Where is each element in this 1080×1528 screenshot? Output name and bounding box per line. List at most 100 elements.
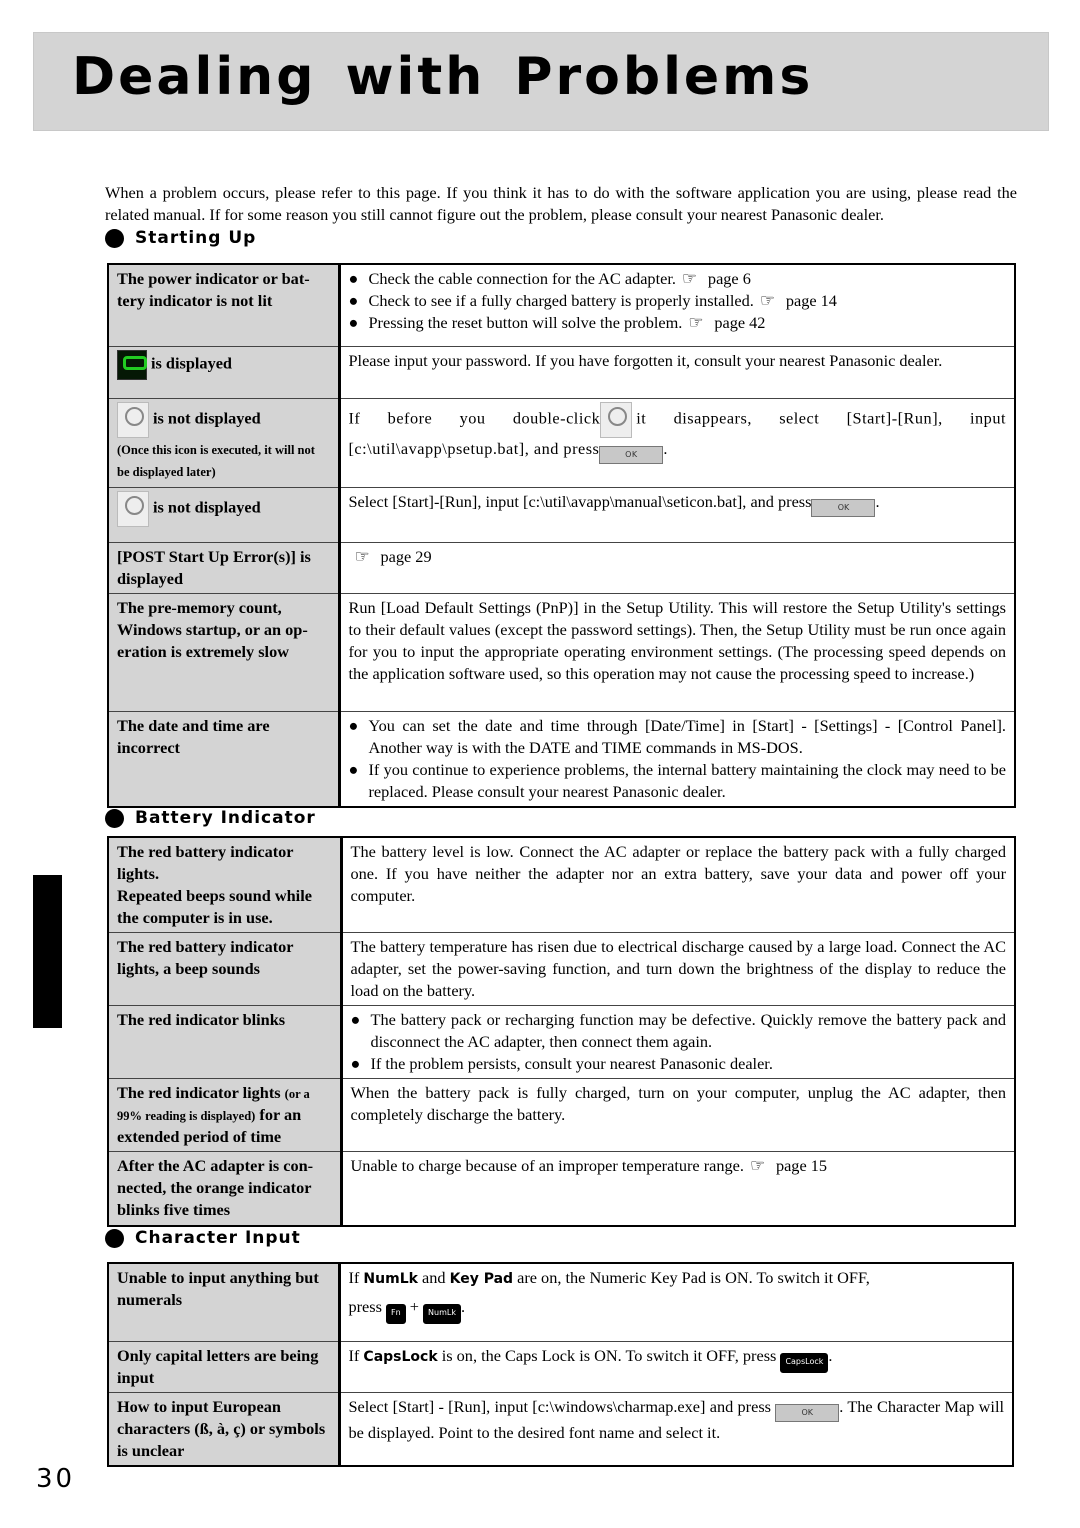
text-segment: Select [Start] - [Run], input [c:\window…: [348, 1396, 776, 1416]
text-segment: The red indicator lights: [117, 1083, 285, 1102]
table-row: Unable to input anything but numerals If …: [107, 1262, 1014, 1342]
table-row: After the AC adapter is con-nected, the …: [107, 1151, 1016, 1226]
problem-text: The red battery indicator lights.: [117, 841, 332, 885]
section-heading-text: Battery Indicator: [135, 808, 316, 828]
problem-text: [POST Start Up Error(s)] is displayed: [117, 546, 330, 590]
solution-cell: When the battery pack is fully charged, …: [340, 1078, 1016, 1152]
problem-text: After the AC adapter is con-nected, the …: [117, 1155, 332, 1221]
password-key-icon: [117, 349, 147, 380]
bullet-text: Check the cable connection for the AC ad…: [369, 268, 751, 290]
text-segment: Check the cable connection for the AC ad…: [368, 269, 676, 288]
table-row: is displayed Please input your password. …: [107, 345, 1016, 399]
problem-text: Repeated beeps sound while the computer …: [117, 885, 332, 929]
text-segment: Run [Load Default Settings (PnP)] in the…: [348, 597, 1007, 683]
problem-cell: How to input European characters (ß, à, …: [107, 1391, 341, 1466]
problem-text: is displayed: [117, 349, 330, 380]
table-row: [POST Start Up Error(s)] is displayed pag…: [107, 541, 1016, 594]
text-segment: .: [460, 1297, 466, 1316]
text-segment: If: [348, 1268, 364, 1287]
bullet-icon: ●: [350, 1010, 361, 1029]
problem-cell: The red battery indicator lights. Repeate…: [107, 836, 343, 933]
bullet-item: ● Check the cable connection for the AC a…: [349, 268, 1007, 290]
troubleshooting-table: Unable to input anything but numerals If …: [107, 1262, 1014, 1467]
solution-text: The battery temperature has risen due to…: [351, 936, 1007, 1002]
table-row: The red indicator lights (or a 99% readi…: [107, 1078, 1016, 1152]
problem-cell: The red indicator blinks: [107, 1005, 343, 1079]
solution-cell: Please input your password. If you have …: [338, 345, 1016, 399]
text-segment: press: [348, 1297, 387, 1316]
bullet-icon: ●: [348, 715, 359, 735]
problem-text: The red indicator blinks: [117, 1009, 332, 1031]
solution-cell: ● You can set the date and time through […: [338, 710, 1016, 807]
solution-text: Run [Load Default Settings (PnP)] in the…: [349, 597, 1007, 685]
bullet-text: The battery pack or recharging function …: [371, 1009, 1007, 1053]
problem-text: The power indicator or bat-tery indicato…: [117, 268, 330, 312]
bullet-icon: ●: [348, 313, 359, 332]
text-segment: (Once this icon is executed, it will not…: [117, 442, 315, 479]
key-fn-icon: Fn: [386, 1304, 406, 1324]
solution-cell: ● Check the cable connection for the AC a…: [338, 263, 1016, 347]
table-row: The red indicator blinks ● The battery pac…: [107, 1005, 1016, 1079]
text-segment: page 29: [380, 546, 432, 566]
problem-cell: The red indicator lights (or a 99% readi…: [107, 1078, 343, 1152]
bullet-text: If you continue to experience problems, …: [369, 759, 1007, 803]
solution-text: If CapsLock is on, the Caps Lock is ON. …: [349, 1345, 1005, 1373]
solution-cell: If CapsLock is on, the Caps Lock is ON. …: [338, 1340, 1014, 1393]
text-segment: .: [875, 491, 880, 511]
problem-text: is not displayed: [117, 490, 330, 527]
bullet-icon: [105, 228, 124, 248]
problem-cell: Only capital letters are being input: [107, 1340, 341, 1393]
text-segment: Pressing the reset button will solve the…: [368, 313, 683, 332]
table-row: Only capital letters are being input If C…: [107, 1340, 1014, 1393]
text-segment: is on, the Caps Lock is ON. To switch it…: [437, 1345, 781, 1365]
key-numlk-icon: NumLk: [423, 1304, 461, 1324]
text-segment: is not displayed: [153, 497, 261, 517]
solution-cell: If before you double-click it disappears,…: [338, 397, 1016, 488]
bullet-icon: ●: [348, 269, 359, 288]
problem-text: The red indicator lights (or a 99% readi…: [117, 1082, 332, 1148]
section-heading-text: Starting Up: [135, 228, 257, 248]
solution-text: Select [Start] - [Run], input [c:\window…: [349, 1396, 1005, 1444]
ok-button-image: OK: [811, 498, 876, 517]
text-segment: If the problem persists, consult your ne…: [370, 1054, 773, 1073]
solution-cell: ● The battery pack or recharging function…: [340, 1005, 1016, 1079]
solution-text: The battery level is low. Connect the AC…: [351, 841, 1007, 907]
problem-cell: The date and time are incorrect: [107, 710, 341, 807]
solution-cell: Select [Start] - [Run], input [c:\window…: [338, 1391, 1014, 1466]
table-row: How to input European characters (ß, à, …: [107, 1391, 1014, 1466]
solution-text: Select [Start]-[Run], input [c:\util\ava…: [349, 491, 1007, 517]
text-segment: After the AC adapter is con-nected, the …: [117, 1156, 314, 1219]
text-segment: Please input your password. If you have …: [348, 350, 943, 370]
solution-cell: The battery temperature has risen due to…: [340, 932, 1016, 1006]
text-segment: The battery temperature has risen due to…: [350, 937, 1007, 1000]
text-segment: .: [828, 1345, 833, 1365]
problem-cell: [POST Start Up Error(s)] is displayed: [107, 541, 341, 594]
text-segment: [POST Start Up Error(s)] is displayed: [117, 546, 311, 588]
text-segment: The battery level is low. Connect the AC…: [350, 842, 1007, 905]
text-segment: If before you double-click: [348, 408, 601, 428]
bullet-icon: ●: [348, 291, 359, 310]
table-row: The red battery indicator lights, a beep…: [107, 932, 1016, 1006]
solution-text: When the battery pack is fully charged, …: [351, 1082, 1007, 1126]
text-segment: is not displayed: [153, 408, 261, 428]
problem-text: The red battery indicator lights, a beep…: [117, 936, 332, 980]
text-segment: CapsLock: [363, 1348, 438, 1365]
section-heading: Character Input: [105, 1228, 301, 1248]
ok-button-image: OK: [599, 445, 664, 464]
text-segment: .: [663, 438, 668, 458]
text-segment: When the battery pack is fully charged, …: [350, 1083, 1007, 1124]
troubleshooting-table: The power indicator or bat-tery indicato…: [107, 263, 1016, 808]
text-segment: The pre-memory count, Windows startup, o…: [117, 597, 308, 661]
text-segment: The battery pack or recharging function …: [370, 1010, 1007, 1051]
text-segment: Key Pad: [449, 1271, 514, 1287]
problem-cell: is displayed: [107, 345, 341, 399]
solution-text: Unable to charge because of an improper …: [351, 1155, 1007, 1177]
intro-text: When a problem occurs, please refer to t…: [105, 183, 1017, 224]
problem-cell: The power indicator or bat-tery indicato…: [107, 263, 341, 347]
bullet-item: ● The battery pack or recharging function…: [351, 1009, 1007, 1053]
text-segment: The red indicator blinks: [117, 1010, 286, 1029]
problem-text: The date and time are incorrect: [117, 715, 330, 759]
bullet-icon: [105, 808, 124, 828]
pointing-hand-icon: [355, 546, 375, 568]
bullet-text: You can set the date and time through [D…: [369, 715, 1007, 759]
